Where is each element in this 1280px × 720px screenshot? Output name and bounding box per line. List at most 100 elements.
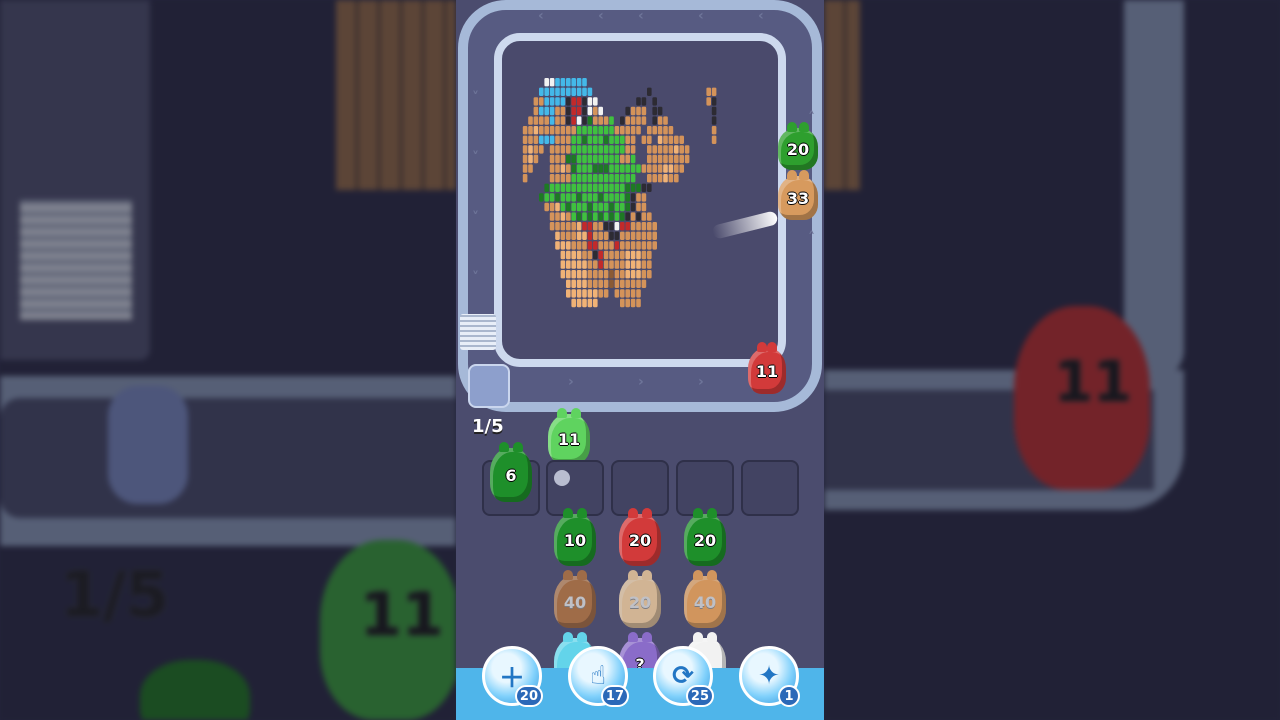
pixel-tile: [641, 116, 647, 125]
conveyor-piece[interactable]: 33: [778, 170, 818, 220]
pixel-tile: [657, 154, 663, 164]
booster-magnet[interactable]: ✦ 1: [739, 646, 800, 707]
pixel-tile: [663, 174, 668, 183]
pixel-tile: [647, 126, 652, 135]
pixel-tile: [598, 193, 603, 202]
pixel-tile: [555, 222, 560, 231]
queue-piece-value: 40: [563, 592, 587, 612]
pixel-tile: [625, 154, 630, 164]
pixel-tile: [663, 126, 668, 135]
pixel-tile: [630, 164, 636, 173]
pixel-tile: [620, 193, 625, 202]
pixel-tile: [614, 164, 620, 173]
pixel-tile: [555, 116, 560, 125]
pixel-tile: [598, 106, 603, 116]
pixel-tile: [587, 97, 593, 106]
pixel-tile: [576, 145, 582, 154]
pixel-tile: [620, 145, 625, 154]
pixel-tile: [593, 298, 598, 308]
pixel-tile: [576, 183, 582, 192]
slot-piece[interactable]: 6: [490, 442, 532, 502]
pixel-tile: [679, 164, 684, 173]
pixel-tile: [571, 250, 576, 260]
pixel-tile: [539, 106, 544, 116]
pixel-tile: [560, 87, 566, 96]
conveyor-piece[interactable]: 11: [748, 342, 786, 394]
pixel-tile: [571, 145, 576, 154]
pixel-tile: [582, 279, 587, 288]
pixel-tile: [636, 106, 641, 116]
level-progress: 1/5: [472, 416, 504, 437]
pixel-tile: [636, 260, 641, 269]
pixel-tile: [576, 116, 582, 125]
pixel-tile: [614, 174, 620, 183]
holding-slot[interactable]: [611, 460, 669, 516]
pixel-tile: [620, 250, 625, 260]
pixel-tile: [539, 193, 544, 202]
pixel-tile: [625, 270, 630, 279]
pixel-tile: [636, 298, 641, 308]
pixel-tile: [566, 231, 571, 240]
pixel-tile: [560, 231, 566, 240]
pixel-tile: [668, 126, 674, 135]
pixel-tile: [625, 174, 630, 183]
pixel-tile: [571, 106, 576, 116]
pixel-tile: [571, 164, 576, 173]
pixel-tile: [593, 202, 598, 212]
pixel-tile: [571, 279, 576, 288]
booster-hand-pick[interactable]: ☝ 17: [568, 646, 629, 707]
holding-slot[interactable]: [676, 460, 734, 516]
pixel-tile: [598, 212, 603, 221]
pixel-tile: [620, 222, 625, 231]
pixel-tile: [587, 202, 593, 212]
pixel-tile: [630, 212, 636, 221]
pixel-tile: [587, 231, 593, 240]
held-piece[interactable]: 11: [548, 408, 590, 464]
pixel-tile: [630, 231, 636, 240]
holding-slot[interactable]: [546, 460, 604, 516]
pixel-tile: [571, 298, 576, 308]
pixel-tile: [679, 145, 684, 154]
pixel-tile: [528, 145, 533, 154]
spool-icon: [468, 364, 510, 408]
pixel-tile: [636, 193, 641, 202]
queue-piece[interactable]: 20: [684, 508, 726, 566]
pixel-tile: [566, 289, 571, 298]
pixel-tile: [582, 241, 587, 250]
pixel-tile: [625, 260, 630, 269]
pixel-tile: [630, 202, 636, 212]
pixel-tile: [549, 78, 555, 87]
pixel-tile: [630, 135, 636, 144]
pixel-tile: [647, 241, 652, 250]
pixel-tile: [625, 145, 630, 154]
pixel-tile: [560, 270, 566, 279]
pixel-tile: [593, 289, 598, 298]
conveyor-piece[interactable]: 20: [778, 122, 818, 170]
queue-piece[interactable]: 10: [554, 508, 596, 566]
pixel-tile: [587, 164, 593, 173]
pixel-tile: [560, 116, 566, 125]
pixel-tile: [603, 222, 609, 231]
holding-slot[interactable]: [741, 460, 799, 516]
pixel-tile: [576, 126, 582, 135]
pixel-tile: [555, 106, 560, 116]
pixel-tile: [674, 154, 679, 164]
queue-piece[interactable]: 20: [619, 508, 661, 566]
pixel-tile: [539, 126, 544, 135]
pixel-tile: [609, 135, 614, 144]
pixel-tile: [582, 135, 587, 144]
queue-piece-value: 40: [693, 592, 717, 612]
pixel-tile: [641, 250, 647, 260]
booster-shuffle[interactable]: ⟳ 25: [653, 646, 714, 707]
pixel-tile: [576, 106, 582, 116]
pixel-tile: [614, 202, 620, 212]
booster-add-slot[interactable]: ＋ 20: [482, 646, 543, 707]
pixel-tile: [625, 202, 630, 212]
pixel-tile: [598, 241, 603, 250]
pixel-tile: [625, 126, 630, 135]
pixel-tile: [641, 135, 647, 144]
pixel-tile: [620, 289, 625, 298]
pixel-tile: [603, 202, 609, 212]
pixel-tile: [641, 97, 647, 106]
pixel-tile: [609, 241, 614, 250]
